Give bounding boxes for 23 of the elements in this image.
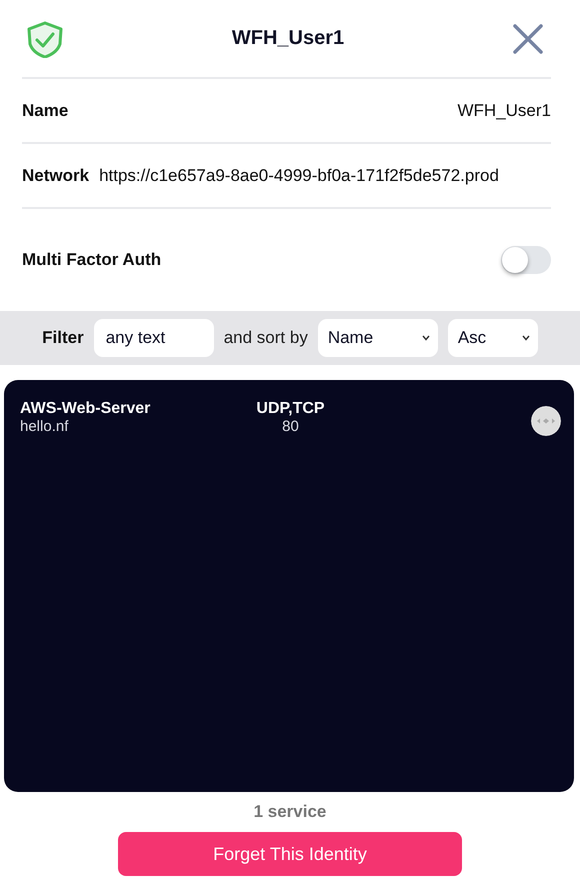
shield-check-icon — [26, 20, 64, 58]
field-label: Network — [22, 166, 90, 186]
sort-dropdown[interactable]: Asc — [448, 319, 538, 357]
sort-dropdown[interactable]: Name — [318, 319, 438, 357]
field-label: Multi Factor Auth — [22, 250, 162, 270]
close-icon[interactable] — [512, 22, 544, 54]
service-protocols: UDP,TCP — [256, 400, 325, 418]
service-ports: 80 — [281, 418, 300, 435]
field-value: WFH_User1 — [457, 100, 551, 120]
service-count: 1 service — [254, 802, 326, 822]
sort-label: and sort by — [224, 328, 308, 348]
filter-label: Filter — [42, 328, 84, 348]
more-icon[interactable] — [530, 406, 561, 436]
forget-identity-button[interactable]: Forget This Identity — [118, 832, 462, 876]
identity-title: WFH_User1 — [232, 27, 344, 50]
filter-field[interactable]: any text — [94, 319, 214, 357]
service-name: AWS-Web-Server — [20, 400, 152, 418]
mfa-toggle[interactable] — [501, 246, 551, 274]
field-value: https://c1e657a9-8ae0-4999-bf0a-171f2f5de572.prod — [99, 166, 499, 186]
service-address: hello.nf — [20, 418, 70, 435]
chevron-down-icon — [422, 335, 430, 341]
chevron-down-icon — [522, 335, 530, 341]
field-label: Name — [22, 100, 68, 120]
